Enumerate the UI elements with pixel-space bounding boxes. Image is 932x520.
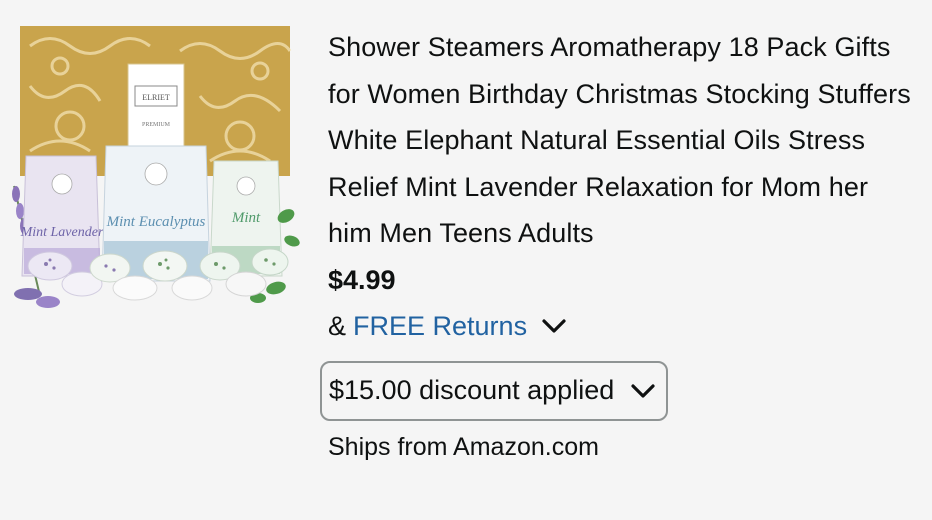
product-image-art: ELRIET PREMIUM Mint Lavender Mint Eucaly… <box>12 26 300 308</box>
product-price: $4.99 <box>328 264 396 295</box>
discount-label: $15.00 discount applied <box>329 375 615 405</box>
discount-dropdown[interactable]: $15.00 discount applied <box>320 360 669 421</box>
returns-prefix: & <box>328 310 347 341</box>
product-details: Shower Steamers Aromatherapy 18 Pack Gif… <box>320 24 918 467</box>
chevron-down-icon <box>631 383 655 398</box>
pouch-right-text: Mint <box>231 210 261 226</box>
product-image[interactable]: ELRIET PREMIUM Mint Lavender Mint Eucaly… <box>10 26 300 316</box>
product-title-link[interactable]: Shower Steamers Aromatherapy 18 Pack Gif… <box>328 24 918 257</box>
chevron-down-icon[interactable] <box>541 318 567 334</box>
box-brand-text: ELRIET <box>142 93 170 102</box>
returns-row: & FREE Returns <box>328 303 918 349</box>
ships-from-text: Ships from Amazon.com <box>328 432 599 461</box>
free-returns-link[interactable]: FREE Returns <box>353 303 527 349</box>
pouch-left-text: Mint Lavender <box>20 225 104 240</box>
box-premium-text: PREMIUM <box>142 122 171 128</box>
box-label <box>127 63 185 157</box>
pouch-center-text: Mint Eucalyptus <box>106 214 206 230</box>
